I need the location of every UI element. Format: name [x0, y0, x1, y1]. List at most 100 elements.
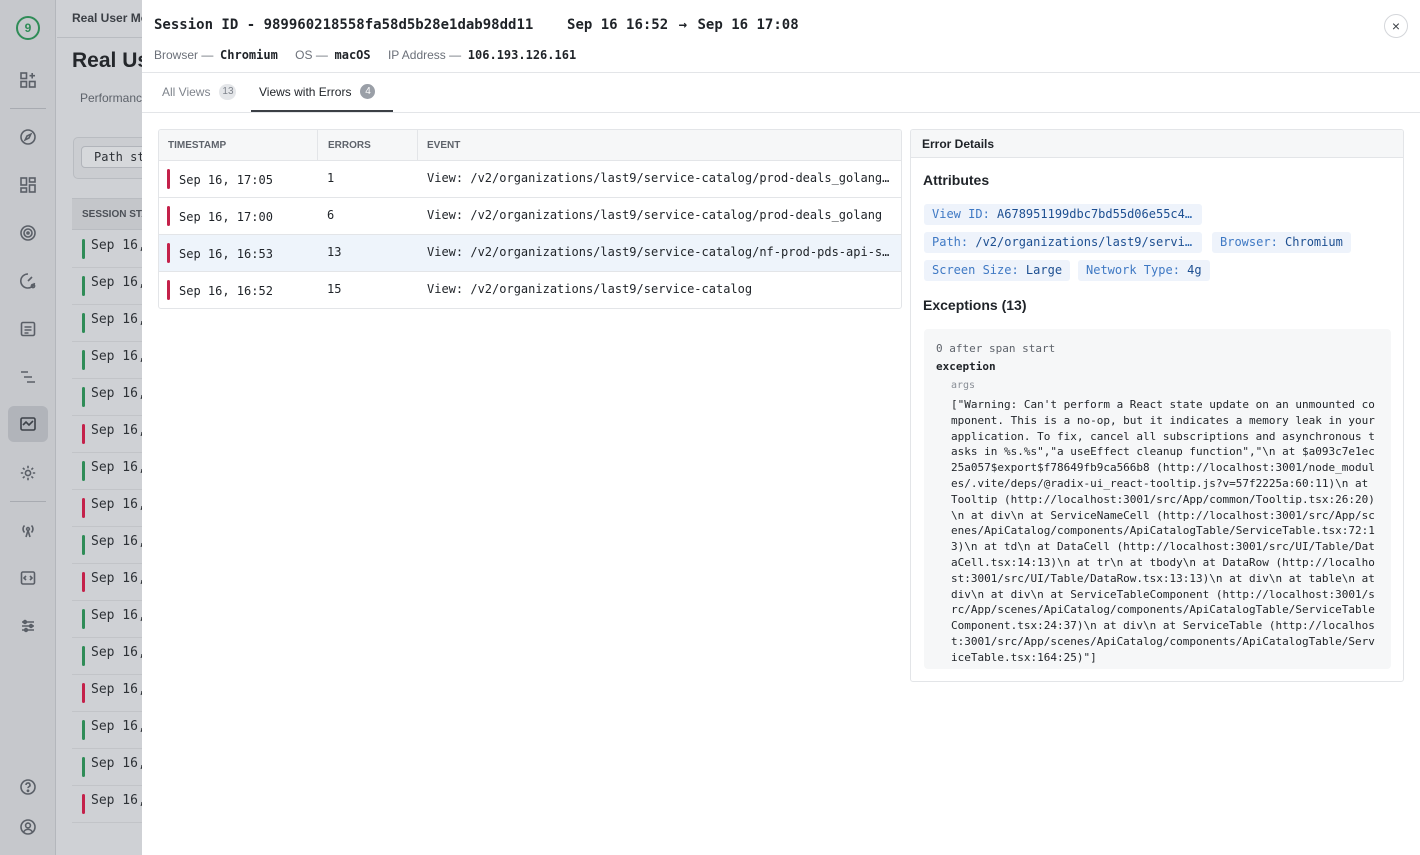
user-circle-icon[interactable]	[8, 809, 48, 845]
session-label: Session ID -	[154, 17, 264, 33]
session-start-time: Sep 16, 17:03	[91, 312, 143, 327]
session-meta: Browser — Chromium OS — macOS IP Address…	[154, 48, 590, 62]
attribute-key: Network Type:	[1086, 263, 1188, 277]
column-divider	[317, 130, 318, 161]
exception-name: exception	[936, 360, 996, 373]
table-row[interactable]: Sep 16, 16:57	[72, 527, 143, 564]
ip-value: 106.193.126.161	[467, 48, 577, 62]
session-status-bar	[82, 276, 85, 296]
attributes-title: Attributes	[923, 172, 990, 188]
table-row[interactable]: Sep 16, 16:54	[72, 638, 143, 675]
row-errors: 1	[327, 171, 335, 185]
column-header-errors: ERRORS	[328, 140, 371, 151]
table-row[interactable]: Sep 16, 16:50	[72, 786, 143, 823]
error-details-title: Error Details	[911, 130, 1403, 158]
session-details-drawer: Session ID - 989960218558fa58d5b28e1dab9…	[142, 0, 1420, 855]
table-row[interactable]: Sep 16, 17:03	[72, 305, 143, 342]
row-timestamp: Sep 16, 16:52	[179, 284, 273, 298]
attribute-key: Path:	[932, 235, 976, 249]
views-table-header: TIMESTAMP ERRORS EVENT	[159, 130, 901, 161]
left-nav-rail: 9	[0, 0, 56, 855]
table-row[interactable]: Sep 16, 17:02	[72, 342, 143, 379]
dashboard-icon[interactable]	[8, 167, 48, 203]
table-row[interactable]: Sep 16, 17:01	[72, 379, 143, 416]
table-row[interactable]: Sep 16, 17:00	[72, 416, 143, 453]
tab-views-with-errors[interactable]: Views with Errors 4	[259, 84, 376, 99]
arrow-right-icon: →	[678, 17, 688, 33]
count-badge: 13	[219, 84, 237, 100]
table-row[interactable]: Sep 16, 17:05 1 View: /v2/organizations/…	[159, 161, 901, 198]
session-status-bar	[82, 794, 85, 814]
table-row-selected[interactable]: Sep 16, 16:53 13 View: /v2/organizations…	[159, 235, 901, 272]
filter-chip[interactable]: Path starts with	[81, 146, 143, 168]
traces-icon[interactable]	[8, 359, 48, 395]
row-errors: 6	[327, 208, 335, 222]
session-status-bar	[82, 757, 85, 777]
gauge-icon[interactable]	[8, 263, 48, 299]
attribute-chip-screen-size[interactable]: Screen Size: Large	[924, 260, 1071, 281]
row-event: View: /v2/organizations/last9/service-ca…	[427, 245, 892, 259]
column-header-event: EVENT	[427, 140, 461, 151]
attribute-chip-browser[interactable]: Browser: Chromium	[1212, 232, 1351, 253]
page-title: Real User Monitoring	[72, 49, 143, 72]
exceptions-title: Exceptions (13)	[923, 297, 1027, 313]
antenna-icon[interactable]	[8, 512, 48, 548]
os-label: OS —	[295, 48, 328, 62]
session-start-time: Sep 16, 17:04	[91, 275, 143, 290]
session-start-time: Sep 16, 16:58	[91, 497, 143, 512]
session-status-bar	[82, 720, 85, 740]
row-timestamp: Sep 16, 16:53	[179, 247, 273, 261]
ip-label: IP Address —	[387, 48, 462, 62]
table-row[interactable]: Sep 16, 16:59	[72, 453, 143, 490]
exception-card: 0 after span start exception args ["Warn…	[924, 329, 1391, 669]
table-row[interactable]: Sep 16, 17:04	[72, 268, 143, 305]
attribute-value: 4g	[1187, 263, 1202, 277]
divider	[57, 37, 143, 38]
session-start-time: Sep 16, 16:53	[91, 682, 143, 697]
close-icon: ×	[1391, 18, 1401, 34]
table-row[interactable]: Sep 16, 16:52 15 View: /v2/organizations…	[159, 272, 901, 308]
session-status-bar	[82, 461, 85, 481]
table-row[interactable]: Sep 16, 16:52	[72, 712, 143, 749]
logs-icon[interactable]	[8, 311, 48, 347]
close-button[interactable]: ×	[1384, 14, 1408, 38]
attribute-value: A678951199dbc7bd55d06e55c4b1a2e3	[997, 207, 1202, 221]
error-details-panel: Error Details Attributes View ID: A67895…	[910, 129, 1404, 682]
last9-logo-icon[interactable]: 9	[16, 16, 40, 40]
compass-icon[interactable]	[8, 119, 48, 155]
grid-plus-icon[interactable]	[8, 62, 48, 98]
settings-gear-icon[interactable]	[8, 455, 48, 491]
attribute-key: View ID:	[932, 207, 998, 221]
table-row[interactable]: Sep 16, 16:56	[72, 564, 143, 601]
column-header-timestamp: TIMESTAMP	[168, 140, 227, 151]
session-start-time: Sep 16, 17:01	[91, 386, 143, 401]
session-status-bar	[82, 609, 85, 629]
sliders-icon[interactable]	[8, 608, 48, 644]
attribute-value: /v2/organizations/last9/service-catalog/…	[975, 235, 1202, 249]
session-status-bar	[82, 683, 85, 703]
table-row[interactable]: Sep 16, 16:55	[72, 601, 143, 638]
row-event: View: /v2/organizations/last9/service-ca…	[427, 171, 892, 185]
table-row[interactable]: Sep 16, 16:58	[72, 490, 143, 527]
table-row[interactable]: Sep 16, 17:05	[72, 231, 143, 268]
exception-args-label: args	[951, 380, 976, 391]
tab-all-views[interactable]: All Views 13	[162, 84, 237, 100]
exception-args-value: ["Warning: Can't perform a React state u…	[951, 398, 1375, 664]
attribute-chip-network-type[interactable]: Network Type: 4g	[1078, 260, 1210, 281]
rum-icon[interactable]	[8, 406, 48, 442]
row-timestamp: Sep 16, 17:00	[179, 210, 273, 224]
session-status-bar	[82, 239, 85, 259]
help-icon[interactable]	[8, 769, 48, 805]
tab-label: All Views	[162, 85, 211, 99]
session-start-time: Sep 16, 17:02	[91, 349, 143, 364]
table-row[interactable]: Sep 16, 17:00 6 View: /v2/organizations/…	[159, 198, 901, 235]
table-row[interactable]: Sep 16, 16:51	[72, 749, 143, 786]
rail-divider	[10, 501, 46, 502]
target-icon[interactable]	[8, 215, 48, 251]
table-row[interactable]: Sep 16, 16:53	[72, 675, 143, 712]
attribute-chip-path[interactable]: Path: /v2/organizations/last9/service-ca…	[924, 232, 1202, 253]
tab-performance[interactable]: Performance	[80, 91, 143, 105]
code-brackets-icon[interactable]	[8, 560, 48, 596]
error-status-bar	[167, 169, 170, 189]
attribute-chip-view-id[interactable]: View ID: A678951199dbc7bd55d06e55c4b1a2e…	[924, 204, 1202, 225]
